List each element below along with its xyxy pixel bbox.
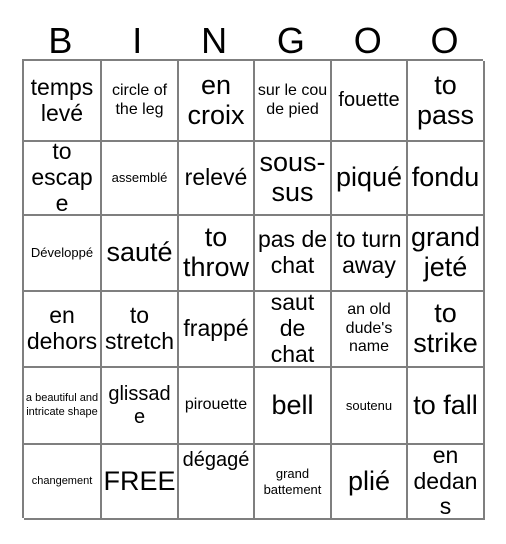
bingo-cell[interactable]: pirouette (179, 368, 255, 445)
bingo-cell-label: sur le cou de pied (257, 81, 328, 118)
bingo-cell[interactable]: grand battement (255, 445, 332, 520)
bingo-cell[interactable]: to strike (408, 292, 485, 368)
bingo-cell[interactable]: circle of the leg (102, 61, 179, 142)
bingo-cell-label: plié (347, 465, 391, 496)
bingo-cell[interactable]: temps levé (24, 61, 102, 142)
bingo-cell[interactable]: grand jeté (408, 216, 485, 292)
bingo-cell[interactable]: changement (24, 445, 102, 520)
bingo-cell[interactable]: to fall (408, 368, 485, 445)
bingo-cell[interactable]: to stretch (102, 292, 179, 368)
bingo-cell[interactable]: Développé (24, 216, 102, 292)
bingo-cell[interactable]: fondu (408, 142, 485, 216)
bingo-header-letter: N (201, 20, 228, 61)
bingo-cell-label: a beautiful and intricate shape (25, 392, 99, 418)
bingo-header-letter: O (353, 20, 382, 61)
bingo-cell-label: pirouette (184, 396, 248, 414)
bingo-cell-label: changement (31, 474, 93, 487)
bingo-cell-label: FREE (103, 465, 176, 496)
bingo-cell-label: fouette (338, 89, 400, 112)
bingo-cell-label: to escape (31, 142, 93, 216)
bingo-cell-label: pas de chat (257, 226, 328, 278)
bingo-header-row: BINGOO (22, 14, 483, 59)
bingo-cell-label: frappé (183, 315, 249, 342)
bingo-cell[interactable]: soutenu (332, 368, 408, 445)
bingo-cell-label: bell (271, 389, 314, 420)
bingo-cell[interactable]: to turn away (332, 216, 408, 292)
bingo-grid: temps levé circle of the leg en croix sur l… (22, 59, 485, 520)
bingo-cell-label: Développé (30, 245, 94, 261)
bingo-cell[interactable]: relevé (179, 142, 255, 216)
bingo-cell[interactable]: to escape (24, 142, 102, 216)
bingo-cell[interactable]: plié (332, 445, 408, 520)
bingo-cell[interactable]: en croix (179, 61, 255, 142)
bingo-cell-label: to turn away (336, 226, 402, 278)
bingo-cell[interactable]: en dehors (24, 292, 102, 368)
bingo-cell[interactable]: sous-sus (255, 142, 332, 216)
bingo-cell-label: an old dude's name (345, 301, 393, 356)
bingo-cell[interactable]: to pass (408, 61, 485, 142)
bingo-cell-label: soutenu (345, 397, 393, 413)
bingo-cell[interactable]: a beautiful and intricate shape (24, 368, 102, 445)
bingo-cell-label: to pass (416, 69, 475, 130)
bingo-cell-label: grand battement (263, 465, 322, 497)
bingo-cell-label: to throw (182, 222, 250, 282)
bingo-cell-label: to strike (413, 298, 478, 358)
bingo-cell-label: to stretch (104, 302, 175, 354)
bingo-card: B I N G O O temps levé circle of the leg en cro… (0, 0, 506, 544)
bingo-cell-label: en dehors (26, 302, 98, 354)
bingo-cell-label: en dedans (413, 445, 478, 520)
bingo-header-letter: I (132, 20, 143, 61)
bingo-cell[interactable]: sur le cou de pied (255, 61, 332, 142)
bingo-cell[interactable]: an old dude's name (332, 292, 408, 368)
bingo-header-letter: O (430, 20, 459, 61)
bingo-cell[interactable]: to throw (179, 216, 255, 292)
bingo-cell[interactable]: glissade (102, 368, 179, 445)
bingo-cell[interactable]: assemblé (102, 142, 179, 216)
bingo-cell-label: to fall (413, 389, 478, 420)
bingo-cell-label: assemblé (111, 170, 168, 186)
bingo-cell-label: relevé (184, 164, 248, 191)
bingo-cell-label: sous-sus (259, 147, 326, 207)
bingo-cell[interactable]: piqué (332, 142, 408, 216)
bingo-cell-label: piqué (335, 162, 403, 193)
bingo-cell-label: fondu (411, 162, 480, 193)
bingo-cell-label: temps levé (30, 73, 94, 126)
bingo-cell-label: sauté (106, 237, 173, 268)
bingo-cell[interactable]: sauté (102, 216, 179, 292)
bingo-cell[interactable]: en dedans (408, 445, 485, 520)
bingo-cell[interactable]: bell (255, 368, 332, 445)
bingo-cell[interactable]: frappé (179, 292, 255, 368)
bingo-cell-label: circle of the leg (111, 81, 168, 118)
bingo-cell[interactable]: FREE (102, 445, 179, 520)
bingo-cell[interactable]: pas de chat (255, 216, 332, 292)
bingo-cell-label: grand jeté (410, 222, 481, 282)
bingo-cell[interactable]: saut de chat (255, 292, 332, 368)
bingo-cell-label: dégagé (182, 449, 250, 471)
bingo-header-letter: G (276, 20, 305, 61)
bingo-header-letter: B (48, 20, 73, 61)
bingo-cell[interactable]: fouette (332, 61, 408, 142)
bingo-cell-label: saut de chat (270, 292, 315, 367)
bingo-cell-label: glissade (108, 382, 171, 428)
bingo-cell[interactable]: dégagé (179, 445, 255, 520)
bingo-cell-label: en croix (187, 69, 245, 130)
